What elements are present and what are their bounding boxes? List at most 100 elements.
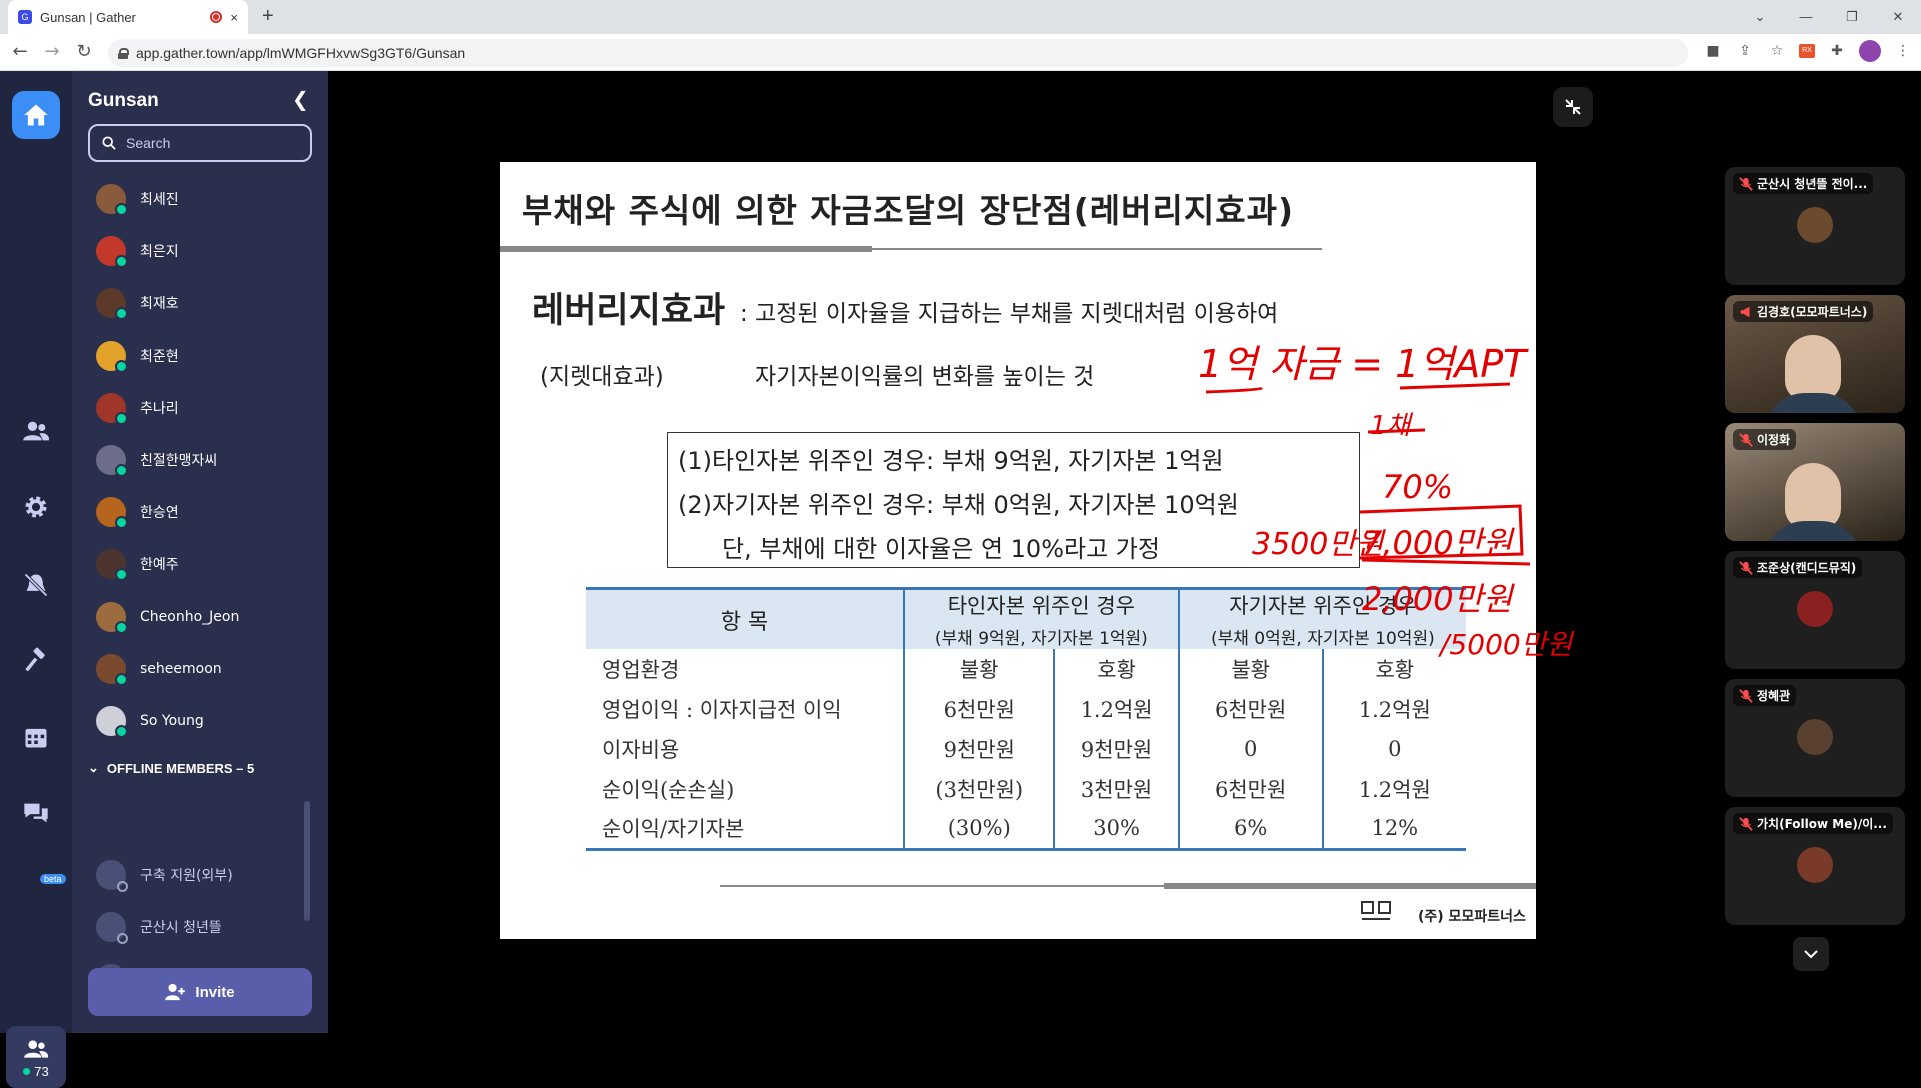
- space-name: Gunsan: [88, 90, 159, 111]
- profile-avatar[interactable]: [1859, 40, 1881, 62]
- tile-label: 가치(Follow Me)/이...: [1733, 813, 1893, 834]
- member-row[interactable]: 추나리: [96, 389, 296, 427]
- url-text[interactable]: app.gather.town/app/lmWMGFHxvwSg3GT6/Gun…: [136, 45, 465, 61]
- video-tile[interactable]: 조준상(캔디드뮤직): [1725, 551, 1905, 669]
- mic-muted-icon: [1739, 176, 1753, 191]
- tab-search-button[interactable]: ⌄: [1737, 0, 1783, 34]
- offline-member-row[interactable]: 구축 지원(외부): [96, 856, 296, 894]
- url-omnibox[interactable]: app.gather.town/app/lmWMGFHxvwSg3GT6/Gun…: [108, 39, 1688, 67]
- member-row[interactable]: 최재호: [96, 284, 296, 322]
- home-button[interactable]: [12, 91, 60, 139]
- avatar: [96, 340, 128, 373]
- table-row-label: 영업환경: [602, 658, 680, 682]
- member-list: 최세진최은지최재호최준현추나리친절한맹자씨한승연한예주 Cheonho_Jeons…: [72, 171, 328, 861]
- leverage-definition: : 고정된 이자율을 지급하는 부채를 지렛대처럼 이용하여: [740, 301, 1279, 327]
- table-header-self-title: 자기자본 위주인 경우: [1229, 594, 1417, 618]
- menu-kebab-icon[interactable]: ⋮: [1893, 41, 1913, 61]
- camera-icon[interactable]: ■: [1703, 41, 1723, 61]
- search-input[interactable]: [126, 135, 296, 151]
- close-window-button[interactable]: ✕: [1875, 0, 1921, 34]
- offline-members-header[interactable]: ⌄ OFFLINE MEMBERS – 5: [88, 760, 254, 776]
- new-tab-button[interactable]: +: [262, 5, 274, 28]
- participant-name: 김경호(모모파트너스): [1757, 305, 1868, 319]
- restore-button[interactable]: ❐: [1829, 0, 1875, 34]
- member-row[interactable]: So Young: [96, 702, 296, 740]
- table-row: 영업환경 불황 호황 불황 호황: [586, 649, 1466, 689]
- member-row[interactable]: Cheonho_Jeon: [96, 598, 296, 636]
- member-name: So Young: [140, 713, 204, 729]
- avatar: [96, 912, 128, 944]
- avatar: [96, 392, 128, 425]
- mic-muted-icon: [1739, 816, 1753, 831]
- back-arrow-icon[interactable]: ←: [8, 41, 32, 65]
- video-tile[interactable]: 정혜관: [1725, 679, 1905, 797]
- more-tiles-button[interactable]: [1793, 937, 1829, 971]
- member-name: 추나리: [140, 400, 179, 417]
- member-row[interactable]: 친절한맹자씨: [96, 441, 296, 479]
- chat-bubbles-icon: [24, 803, 48, 823]
- extension-rx-icon[interactable]: RX: [1799, 44, 1815, 58]
- calendar-button[interactable]: [12, 713, 60, 761]
- tab-close-icon[interactable]: ×: [230, 10, 238, 25]
- member-row[interactable]: 최세진: [96, 180, 296, 218]
- case-assumption: 단, 부채에 대한 이자율은 연 10%라고 가정: [722, 535, 1160, 563]
- share-icon[interactable]: ⇪: [1735, 41, 1755, 61]
- sidebar-scrollbar[interactable]: [304, 801, 310, 921]
- collapse-chevron-left-icon[interactable]: ❮: [292, 87, 309, 111]
- browser-tab[interactable]: G Gunsan | Gather ×: [8, 0, 248, 34]
- mic-muted-icon: [1739, 688, 1753, 703]
- company-logo-icon: [1361, 901, 1391, 920]
- member-row[interactable]: 최은지: [96, 232, 296, 270]
- avatar: [1797, 847, 1833, 883]
- members-button[interactable]: 73: [6, 1026, 66, 1088]
- table-header-item: 항 목: [586, 587, 905, 649]
- forward-arrow-icon[interactable]: →: [40, 41, 64, 65]
- member-row[interactable]: 한예주: [96, 545, 296, 583]
- lock-icon[interactable]: [118, 47, 129, 59]
- avatar: [96, 445, 128, 477]
- table-cell: 1.2억원: [1321, 689, 1466, 729]
- leverage-alias: (지렛대효과): [540, 364, 664, 390]
- search-box[interactable]: [88, 124, 312, 162]
- member-name: 최재호: [140, 296, 179, 313]
- members-sidebar: Gunsan ❮ 최세진최은지최재호최준현추나리친절한맹자씨한승연한예주 Cheo…: [72, 71, 328, 1033]
- video-tile[interactable]: 김경호(모모파트너스): [1725, 295, 1905, 413]
- build-button[interactable]: [12, 637, 60, 685]
- gear-icon: [25, 496, 47, 518]
- members-count: 73: [23, 1064, 48, 1079]
- address-bar: ← → ↻ app.gather.town/app/lmWMGFHxvwSg3G…: [0, 34, 1921, 71]
- chevron-down-icon: [1804, 950, 1818, 959]
- video-tile[interactable]: 가치(Follow Me)/이...: [1725, 807, 1905, 925]
- offline-member-row[interactable]: 군산시 청년뜰: [96, 908, 296, 946]
- member-row[interactable]: 한승연: [96, 493, 296, 531]
- reload-icon[interactable]: ↻: [72, 41, 96, 65]
- member-name: 구축 지원(외부): [140, 868, 233, 884]
- table-cell: 호황: [1053, 649, 1179, 689]
- table-row-label: 이자비용: [602, 738, 680, 762]
- member-name: 최세진: [140, 192, 179, 208]
- video-tile[interactable]: 이정화: [1725, 423, 1905, 541]
- member-row[interactable]: 최준현: [96, 337, 296, 375]
- table-header-other: 타인자본 위주인 경우 (부채 9억원, 자기자본 1억원): [903, 587, 1180, 649]
- invite-button[interactable]: Invite: [88, 968, 312, 1016]
- home-icon: [24, 104, 48, 126]
- minimize-screenshare-button[interactable]: [1553, 87, 1593, 127]
- member-name: seheemoon: [140, 660, 222, 677]
- bookmark-star-icon[interactable]: ☆: [1767, 41, 1787, 61]
- people-icon: [23, 421, 50, 441]
- extensions-puzzle-icon[interactable]: ✚: [1827, 41, 1847, 61]
- table-cell: 0: [1177, 729, 1323, 769]
- notifications-button[interactable]: [12, 561, 60, 609]
- chat-button[interactable]: [12, 789, 60, 837]
- gather-favicon-icon: G: [18, 10, 32, 24]
- table-cell: 12%: [1321, 809, 1466, 851]
- table-row-label: 순이익(순손실): [602, 778, 735, 802]
- recording-icon: [210, 11, 223, 23]
- video-tile[interactable]: 군산시 청년뜰 전이...: [1725, 167, 1905, 285]
- settings-button[interactable]: [12, 483, 60, 531]
- member-row[interactable]: seheemoon: [96, 650, 296, 688]
- table-cell: 3천만원: [1053, 769, 1179, 809]
- avatar: [96, 860, 128, 892]
- people-button[interactable]: [12, 407, 60, 455]
- minimize-button[interactable]: —: [1783, 0, 1829, 34]
